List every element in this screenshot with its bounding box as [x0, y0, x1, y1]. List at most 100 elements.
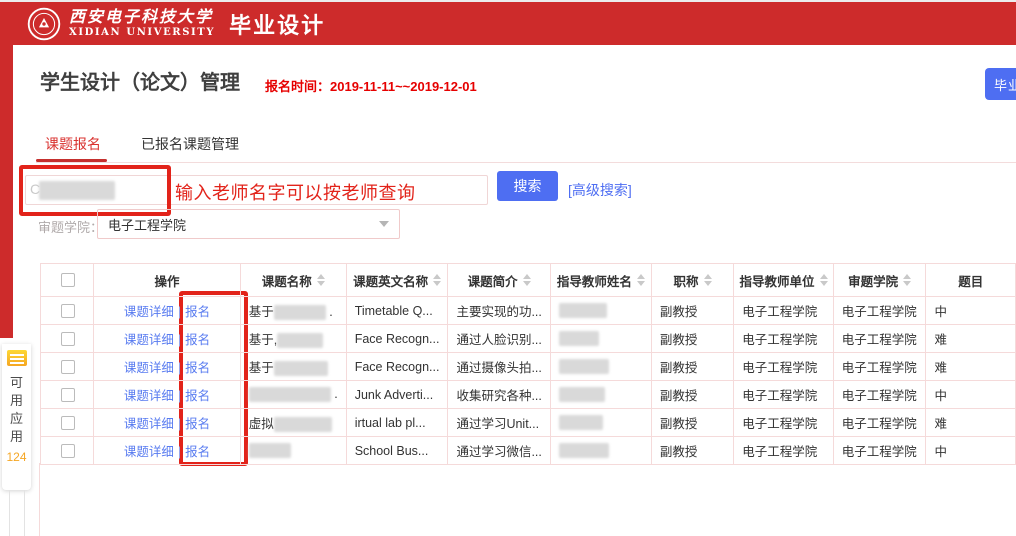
table-header-cell-5[interactable]: 指导教师姓名 [550, 264, 651, 297]
sort-icon[interactable] [433, 274, 441, 286]
table-row: 课题详细|报名School Bus...通过学习微信...副教授电子工程学院电子… [41, 437, 1016, 465]
register-link[interactable]: 报名 [185, 361, 210, 375]
redacted-text [559, 331, 599, 346]
sort-icon[interactable] [317, 274, 325, 286]
search-button[interactable]: 搜索 [497, 171, 558, 201]
app-title: 毕业设计 [229, 8, 325, 40]
row-checkbox[interactable] [61, 444, 75, 458]
difficulty-cell: 难 [926, 409, 1016, 437]
topic-detail-link[interactable]: 课题详细 [124, 333, 174, 347]
sidebar-char: 应 [10, 410, 23, 428]
redacted-text [559, 359, 609, 374]
teacher-title-cell: 副教授 [651, 325, 733, 353]
column-header-label: 课题简介 [468, 271, 518, 290]
redacted-text [559, 415, 603, 430]
topic-en-name-cell: School Bus... [346, 437, 448, 465]
topic-detail-link[interactable]: 课题详细 [124, 305, 174, 319]
register-link[interactable]: 报名 [185, 333, 210, 347]
column-header-label: 课题英文名称 [353, 271, 428, 290]
teacher-title-cell: 副教授 [651, 381, 733, 409]
sidebar-char: 用 [10, 392, 23, 410]
topic-desc-cell: 通过摄像头拍... [448, 353, 550, 381]
table-header-row: 操作课题名称课题英文名称课题简介指导教师姓名职称指导教师单位审题学院题目 [41, 264, 1016, 297]
table-header-cell-7[interactable]: 指导教师单位 [734, 264, 834, 297]
teacher-name-cell [550, 325, 651, 353]
table-row: 课题详细|报名基于Face Recogn...通过摄像头拍...副教授电子工程学… [41, 353, 1016, 381]
available-apps-count: 124 [6, 450, 26, 464]
available-apps-tab[interactable]: 可用应用 124 [2, 344, 31, 490]
topic-detail-link[interactable]: 课题详细 [124, 389, 174, 403]
table-header-cell-6[interactable]: 职称 [651, 264, 733, 297]
header-bar: 西安电子科技大学 XIDIAN UNIVERSITY 毕业设计 [0, 2, 1016, 45]
select-all-checkbox[interactable] [61, 273, 75, 287]
register-link[interactable]: 报名 [185, 305, 210, 319]
topic-en-name-cell: Timetable Q... [346, 297, 448, 325]
tab-topic-registration[interactable]: 课题报名 [45, 134, 101, 154]
registration-time-value: 2019-11-11~~2019-12-01 [330, 79, 477, 94]
tab-registered-topics[interactable]: 已报名课题管理 [141, 134, 239, 154]
sort-icon[interactable] [523, 274, 531, 286]
teacher-title-cell: 副教授 [651, 353, 733, 381]
app-window: 西安电子科技大学 XIDIAN UNIVERSITY 毕业设计 学生设计（论文）… [0, 0, 1016, 536]
table-header-cell-1: 操作 [94, 264, 241, 297]
sort-icon[interactable] [637, 274, 645, 286]
redacted-text [274, 305, 326, 320]
teacher-name-cell [550, 437, 651, 465]
row-checkbox[interactable] [61, 332, 75, 346]
table-header-cell-2[interactable]: 课题名称 [240, 264, 346, 297]
sidebar-edge-line-2 [24, 490, 25, 536]
row-checkbox[interactable] [61, 304, 75, 318]
tab-bar: 课题报名 已报名课题管理 [45, 134, 239, 154]
redacted-text [559, 303, 607, 318]
search-input-redacted-value [39, 181, 115, 200]
table-header-cell-8[interactable]: 审题学院 [833, 264, 926, 297]
review-college-cell: 电子工程学院 [833, 437, 926, 465]
row-checkbox[interactable] [61, 416, 75, 430]
column-header-label: 审题学院 [848, 271, 898, 290]
sort-icon[interactable] [820, 274, 828, 286]
register-link[interactable]: 报名 [185, 445, 210, 459]
redacted-text [274, 417, 332, 432]
topic-en-name-cell: irtual lab pl... [346, 409, 448, 437]
topics-table: 操作课题名称课题英文名称课题简介指导教师姓名职称指导教师单位审题学院题目 课题详… [40, 263, 1016, 465]
review-college-cell: 电子工程学院 [833, 409, 926, 437]
app-list-icon [7, 350, 27, 366]
teacher-name-cell [550, 353, 651, 381]
table-row: 课题详细|报名基于,Face Recogn...通过人脸识别...副教授电子工程… [41, 325, 1016, 353]
advanced-search-link[interactable]: [高级搜索] [568, 180, 632, 200]
topic-name-cell: 基于, [240, 325, 346, 353]
row-checkbox[interactable] [61, 360, 75, 374]
link-separator: | [178, 333, 181, 347]
topic-detail-link[interactable]: 课题详细 [124, 445, 174, 459]
column-header-label: 操作 [154, 271, 179, 290]
page-title: 学生设计（论文）管理 [40, 66, 240, 95]
register-link[interactable]: 报名 [185, 389, 210, 403]
difficulty-cell: 中 [926, 297, 1016, 325]
register-link[interactable]: 报名 [185, 417, 210, 431]
link-separator: | [178, 417, 181, 431]
sidebar-edge-line-1 [9, 490, 10, 536]
link-separator: | [178, 445, 181, 459]
sort-icon[interactable] [903, 274, 911, 286]
sort-icon[interactable] [704, 274, 712, 286]
corner-clipped-button[interactable]: 毕业 [985, 68, 1016, 100]
teacher-unit-cell: 电子工程学院 [734, 353, 834, 381]
topic-detail-link[interactable]: 课题详细 [124, 361, 174, 375]
review-college-cell: 电子工程学院 [833, 381, 926, 409]
redacted-text [249, 443, 291, 458]
table-row: 课题详细|报名虚拟irtual lab pl...通过学习Unit...副教授电… [41, 409, 1016, 437]
redacted-text [559, 443, 609, 458]
topic-en-name-cell: Junk Adverti... [346, 381, 448, 409]
topic-name-cell: 基于 . [240, 297, 346, 325]
annotation-tip-text: 输入老师名字可以按老师查询 [175, 179, 416, 205]
row-checkbox[interactable] [61, 388, 75, 402]
available-apps-vertical-label: 可用应用 [10, 374, 23, 446]
table-header-cell-3[interactable]: 课题英文名称 [346, 264, 448, 297]
topic-detail-link[interactable]: 课题详细 [124, 417, 174, 431]
review-college-cell: 电子工程学院 [833, 353, 926, 381]
college-filter-select[interactable]: 电子工程学院 [97, 209, 400, 239]
table-header-cell-4[interactable]: 课题简介 [448, 264, 550, 297]
registration-time-label: 报名时间： [265, 79, 330, 94]
sidebar-char: 可 [10, 374, 23, 392]
university-name: 西安电子科技大学 XIDIAN UNIVERSITY [69, 9, 215, 38]
